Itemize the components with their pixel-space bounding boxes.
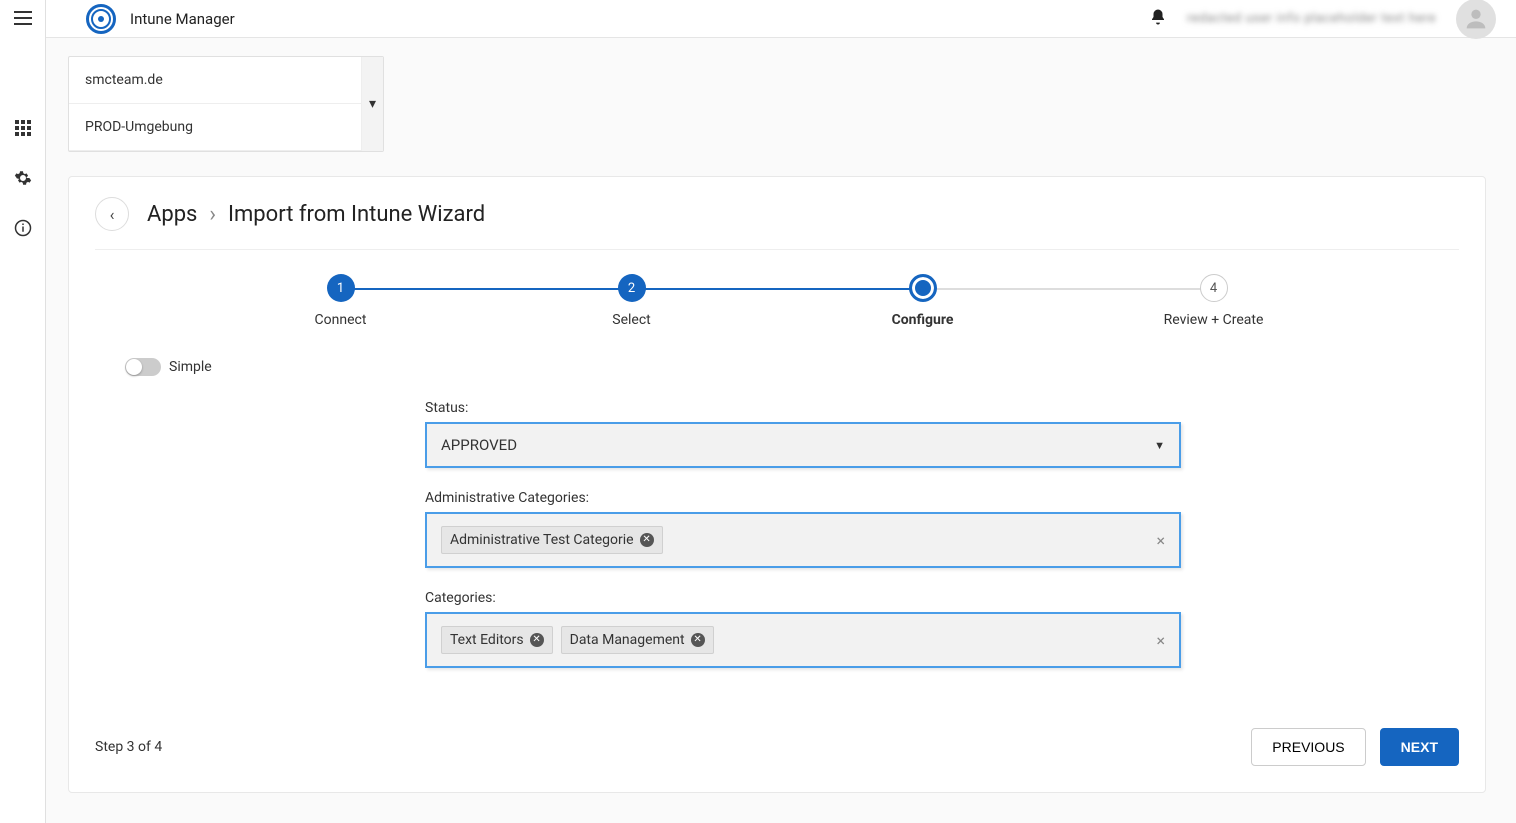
breadcrumb: ‹ Apps › Import from Intune Wizard [95,197,1459,250]
remove-chip-icon[interactable]: ✕ [530,633,544,647]
step-number: 1 [337,281,344,296]
apps-grid-icon[interactable] [13,118,33,138]
chevron-down-icon: ▼ [1154,439,1165,452]
left-rail [0,0,46,823]
app-title: Intune Manager [130,10,235,28]
chip-label: Data Management [570,632,685,648]
bell-icon[interactable] [1149,8,1167,30]
breadcrumb-current: Import from Intune Wizard [228,202,485,227]
breadcrumb-root[interactable]: Apps [147,202,197,227]
admin-categories-field: Administrative Categories: Administrativ… [425,490,1181,568]
status-select[interactable]: APPROVED ▼ [425,422,1181,468]
wizard-footer: Step 3 of 4 PREVIOUS NEXT [95,728,1459,766]
step-label: Configure [777,312,1068,328]
categories-input[interactable]: Text Editors ✕ Data Management ✕ × [425,612,1181,668]
step-label: Review + Create [1068,312,1359,328]
admin-categories-label: Administrative Categories: [425,490,1181,506]
info-icon[interactable] [13,218,33,238]
next-button[interactable]: NEXT [1380,728,1459,766]
step-review-create[interactable]: 4 Review + Create [1068,274,1359,328]
clear-all-icon[interactable]: × [1156,531,1165,550]
remove-chip-icon[interactable]: ✕ [691,633,705,647]
chip-admin-test: Administrative Test Categorie ✕ [441,526,663,554]
step-number: 2 [628,281,635,296]
configure-form: Status: APPROVED ▼ Administrative Catego… [425,400,1181,668]
main-area: Intune Manager redacted user info placeh… [46,0,1516,823]
admin-categories-input[interactable]: Administrative Test Categorie ✕ × [425,512,1181,568]
simple-toggle-label: Simple [169,359,212,375]
step-number: 3 [919,281,926,296]
step-label: Connect [195,312,486,328]
stepper: 1 Connect 2 Select 3 Configure 4 Review … [195,274,1359,328]
categories-field: Categories: Text Editors ✕ Data Manageme… [425,590,1181,668]
status-label: Status: [425,400,1181,416]
simple-toggle-row: Simple [125,358,1459,376]
content: smcteam.de PROD-Umgebung ▾ ‹ Apps › Impo… [46,38,1516,823]
status-field: Status: APPROVED ▼ [425,400,1181,468]
tenant-row: smcteam.de [69,57,383,104]
topbar: Intune Manager redacted user info placeh… [46,0,1516,38]
environment-selector[interactable]: smcteam.de PROD-Umgebung ▾ [68,56,384,152]
status-value: APPROVED [441,436,517,454]
remove-chip-icon[interactable]: ✕ [640,533,654,547]
env-row: PROD-Umgebung [69,104,383,151]
avatar[interactable] [1456,0,1496,39]
chevron-down-icon[interactable]: ▾ [361,57,383,151]
step-connect[interactable]: 1 Connect [195,274,486,328]
clear-all-icon[interactable]: × [1156,631,1165,650]
step-label: Select [486,312,777,328]
wizard-card: ‹ Apps › Import from Intune Wizard 1 Con… [68,176,1486,793]
chip-label: Administrative Test Categorie [450,532,634,548]
user-display: redacted user info placeholder text here [1187,11,1436,26]
step-number: 4 [1210,281,1217,296]
previous-button[interactable]: PREVIOUS [1251,728,1365,766]
step-indicator: Step 3 of 4 [95,739,162,755]
app-logo-icon [86,4,116,34]
step-configure[interactable]: 3 Configure [777,274,1068,328]
gear-icon[interactable] [13,168,33,188]
chevron-right-icon: › [209,202,216,227]
menu-icon[interactable] [13,8,33,28]
step-select[interactable]: 2 Select [486,274,777,328]
chip-data-management: Data Management ✕ [561,626,714,654]
simple-toggle[interactable] [125,358,161,376]
chip-label: Text Editors [450,632,524,648]
back-button[interactable]: ‹ [95,197,129,231]
chip-text-editors: Text Editors ✕ [441,626,553,654]
categories-label: Categories: [425,590,1181,606]
